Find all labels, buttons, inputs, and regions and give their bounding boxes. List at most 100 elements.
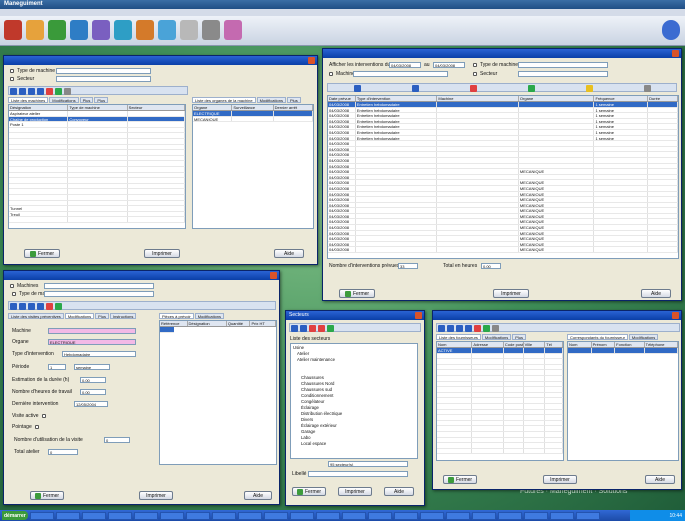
tools-icon[interactable]: [114, 20, 132, 40]
lamp-icon[interactable]: [585, 85, 593, 92]
machine-filter-input[interactable]: [44, 283, 154, 289]
next-icon[interactable]: [300, 325, 307, 332]
column-header[interactable]: Ville: [524, 342, 546, 347]
taskbar-item[interactable]: [238, 511, 262, 520]
tab-instructions[interactable]: Instructions: [109, 313, 137, 319]
usage-field[interactable]: 0: [104, 437, 130, 443]
machine-type-input[interactable]: [56, 68, 151, 74]
help-icon[interactable]: [158, 20, 176, 40]
taskbar-item[interactable]: [264, 511, 288, 520]
column-header[interactable]: Téléphone: [645, 342, 678, 347]
frequency-field[interactable]: 1: [48, 364, 66, 370]
taskbar-item[interactable]: [420, 511, 444, 520]
column-header[interactable]: Prix HT: [250, 321, 276, 326]
folder-icon[interactable]: [26, 20, 44, 40]
column-header[interactable]: Nom: [437, 342, 473, 347]
column-header[interactable]: Code postal: [504, 342, 524, 347]
help-button[interactable]: Aide: [384, 487, 414, 496]
validate-icon[interactable]: [527, 85, 535, 92]
column-header[interactable]: Organe: [519, 96, 595, 101]
delete-icon[interactable]: [492, 325, 499, 332]
close-button[interactable]: Fermer: [339, 289, 375, 298]
print-button[interactable]: Imprimer: [543, 475, 577, 484]
close-icon[interactable]: [415, 312, 422, 319]
table-row[interactable]: MECANIQUE: [193, 116, 313, 123]
organ-field[interactable]: ELECTRIQUE: [48, 339, 136, 345]
tab-visit-plus[interactable]: Plus: [95, 313, 109, 319]
column-header[interactable]: Durée: [648, 96, 678, 101]
first-icon[interactable]: [10, 88, 17, 95]
work-hours-field[interactable]: 0.00: [80, 389, 106, 395]
print-button[interactable]: Imprimer: [338, 487, 372, 496]
close-icon[interactable]: [270, 272, 277, 279]
chart-icon[interactable]: [70, 20, 88, 40]
first-icon[interactable]: [353, 85, 361, 92]
tab-visit-modifications[interactable]: Modifications: [64, 313, 95, 319]
tab-machine-list[interactable]: Liste des machines: [8, 97, 49, 103]
taskbar-item[interactable]: [342, 511, 366, 520]
date-to-input[interactable]: 04/03/2008: [433, 62, 465, 68]
machine-field[interactable]: [48, 328, 136, 334]
first-icon[interactable]: [438, 325, 445, 332]
home-icon[interactable]: [4, 20, 22, 40]
settings-icon[interactable]: [662, 20, 680, 40]
tab-modifications[interactable]: Modifications: [49, 97, 79, 103]
taskbar-item[interactable]: [30, 511, 54, 520]
column-header[interactable]: Désignation: [9, 105, 69, 110]
column-header[interactable]: Type d'intervention: [356, 96, 438, 101]
column-header[interactable]: Adresse: [472, 342, 504, 347]
prev-icon[interactable]: [19, 88, 26, 95]
help-button[interactable]: Aide: [641, 289, 671, 298]
last-icon[interactable]: [37, 303, 44, 310]
first-icon[interactable]: [291, 325, 298, 332]
pointage-checkbox[interactable]: [34, 425, 39, 429]
table-row[interactable]: 04/03/2008 MECANIQUE: [328, 247, 678, 254]
taskbar-item[interactable]: [212, 511, 236, 520]
last-icon[interactable]: [37, 88, 44, 95]
next-icon[interactable]: [456, 325, 463, 332]
taskbar-item[interactable]: [498, 511, 522, 520]
wrench-icon[interactable]: [136, 20, 154, 40]
column-header[interactable]: Fonction: [615, 342, 645, 347]
table-row[interactable]: [568, 348, 678, 354]
column-header[interactable]: Nom: [568, 342, 592, 347]
close-button[interactable]: Fermer: [443, 475, 477, 484]
print-button[interactable]: Imprimer: [139, 491, 173, 500]
edit-icon[interactable]: [483, 325, 490, 332]
taskbar-item[interactable]: [56, 511, 80, 520]
taskbar-item[interactable]: [368, 511, 392, 520]
taskbar-item[interactable]: [472, 511, 496, 520]
eraser-icon[interactable]: [224, 20, 242, 40]
truck-icon[interactable]: [48, 20, 66, 40]
last-icon[interactable]: [465, 325, 472, 332]
sector-input[interactable]: [56, 76, 151, 82]
close-button[interactable]: Fermer: [292, 487, 326, 496]
tab-supplier-plus[interactable]: Plus: [512, 334, 527, 340]
type-filter-input[interactable]: [518, 62, 608, 68]
print-button[interactable]: Imprimer: [144, 249, 180, 258]
tab-organ-modifications[interactable]: Modifications: [256, 97, 286, 103]
label-field[interactable]: [308, 471, 408, 477]
first-icon[interactable]: [10, 303, 17, 310]
close-icon[interactable]: [672, 312, 679, 319]
taskbar-item[interactable]: [290, 511, 314, 520]
last-intervention-field[interactable]: 12/05/2004: [74, 401, 108, 407]
taskbar-item[interactable]: [160, 511, 184, 520]
tab-parts-modifications[interactable]: Modifications: [194, 313, 225, 319]
edit-icon[interactable]: [327, 325, 334, 332]
column-header[interactable]: Type de machine: [68, 105, 128, 110]
duration-field[interactable]: 0.00: [80, 377, 106, 383]
prev-icon[interactable]: [19, 303, 26, 310]
tab-plus[interactable]: Plus: [79, 97, 94, 103]
tab-contacts-modifications[interactable]: Modifications: [628, 334, 659, 340]
column-header[interactable]: Tél: [545, 342, 563, 347]
print-icon[interactable]: [643, 85, 651, 92]
add-icon[interactable]: [46, 88, 53, 95]
prev-icon[interactable]: [447, 325, 454, 332]
taskbar-item[interactable]: [446, 511, 470, 520]
calendar-icon[interactable]: [180, 20, 198, 40]
print-button[interactable]: Imprimer: [493, 289, 529, 298]
column-header[interactable]: Référence: [160, 321, 188, 326]
column-header[interactable]: Fréquence: [594, 96, 649, 101]
next-icon[interactable]: [28, 303, 35, 310]
